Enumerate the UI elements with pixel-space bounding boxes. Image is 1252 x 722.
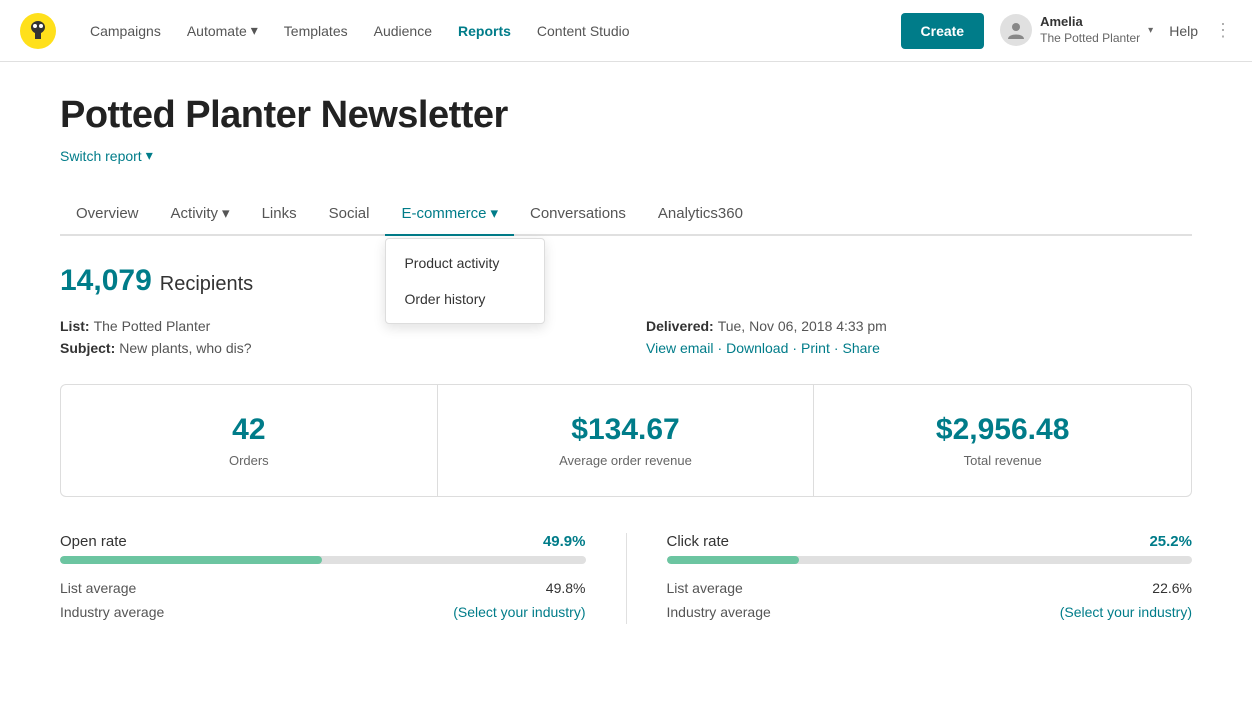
open-list-avg-value: 49.8% bbox=[546, 580, 586, 596]
nav-reports[interactable]: Reports bbox=[448, 15, 521, 47]
tab-analytics360[interactable]: Analytics360 bbox=[642, 193, 759, 236]
click-rate-section: Click rate 25.2% List average 22.6% Indu… bbox=[667, 533, 1193, 624]
page-title: Potted Planter Newsletter bbox=[60, 94, 1192, 137]
orders-value: 42 bbox=[85, 413, 413, 447]
orders-label: Orders bbox=[85, 453, 413, 468]
download-link[interactable]: Download bbox=[726, 340, 788, 356]
ecommerce-chevron-icon: ▾ bbox=[490, 204, 498, 222]
user-avatar-icon bbox=[1000, 14, 1032, 46]
sub-nav: Overview Activity ▾ Links Social E-comme… bbox=[60, 192, 1192, 236]
tab-ecommerce-container: E-commerce ▾ Product activity Order hist… bbox=[385, 192, 514, 234]
user-chevron-icon: ▾ bbox=[1148, 25, 1153, 36]
recipients-label: Recipients bbox=[160, 273, 253, 296]
open-rate-subrows: List average 49.8% Industry average (Sel… bbox=[60, 576, 586, 624]
click-list-avg-value: 22.6% bbox=[1152, 580, 1192, 596]
avg-revenue-label: Average order revenue bbox=[462, 453, 790, 468]
list-value: The Potted Planter bbox=[94, 318, 211, 334]
open-rate-bar-bg bbox=[60, 556, 586, 564]
click-rate-subrows: List average 22.6% Industry average (Sel… bbox=[667, 576, 1193, 624]
rates-section: Open rate 49.9% List average 49.8% Indus… bbox=[60, 533, 1192, 624]
rates-divider bbox=[626, 533, 627, 624]
click-list-average: List average 22.6% bbox=[667, 576, 1193, 600]
nav-campaigns[interactable]: Campaigns bbox=[80, 15, 171, 47]
ecommerce-dropdown: Product activity Order history bbox=[385, 238, 545, 324]
open-rate-name: Open rate bbox=[60, 533, 127, 550]
delivered-value: Tue, Nov 06, 2018 4:33 pm bbox=[718, 318, 887, 334]
user-org: The Potted Planter bbox=[1040, 31, 1140, 47]
open-rate-bar-fill bbox=[60, 556, 322, 564]
open-list-average: List average 49.8% bbox=[60, 576, 586, 600]
click-industry-avg-label: Industry average bbox=[667, 604, 771, 620]
recipients-count: 14,079 bbox=[60, 264, 152, 298]
logo[interactable] bbox=[20, 13, 56, 49]
open-rate-header: Open rate 49.9% bbox=[60, 533, 586, 550]
recipients-row: 14,079 Recipients bbox=[60, 264, 1192, 298]
delivered-label: Delivered: bbox=[646, 318, 714, 334]
click-industry-select-link[interactable]: (Select your industry) bbox=[1060, 604, 1192, 620]
nav-right: Create Amelia The Potted Planter ▾ Help … bbox=[901, 13, 1232, 49]
open-industry-average: Industry average (Select your industry) bbox=[60, 600, 586, 624]
help-link[interactable]: Help bbox=[1169, 23, 1198, 39]
list-label: List: bbox=[60, 318, 90, 334]
stat-total-revenue: $2,956.48 Total revenue bbox=[814, 385, 1191, 496]
avg-revenue-value: $134.67 bbox=[462, 413, 790, 447]
page-content: Potted Planter Newsletter Switch report … bbox=[0, 62, 1252, 664]
meta-actions: View email · Download · Print · Share bbox=[646, 340, 1192, 356]
view-email-link[interactable]: View email bbox=[646, 340, 713, 356]
print-link[interactable]: Print bbox=[801, 340, 830, 356]
click-rate-bar-bg bbox=[667, 556, 1193, 564]
tab-social[interactable]: Social bbox=[313, 193, 386, 236]
meta-subject: Subject: New plants, who dis? bbox=[60, 340, 606, 356]
user-area[interactable]: Amelia The Potted Planter ▾ bbox=[1000, 14, 1153, 46]
click-rate-value: 25.2% bbox=[1149, 533, 1192, 550]
nav-audience[interactable]: Audience bbox=[364, 15, 442, 47]
click-rate-header: Click rate 25.2% bbox=[667, 533, 1193, 550]
campaign-meta: List: The Potted Planter Delivered: Tue,… bbox=[60, 318, 1192, 356]
share-link[interactable]: Share bbox=[843, 340, 880, 356]
nav-templates[interactable]: Templates bbox=[274, 15, 358, 47]
create-button[interactable]: Create bbox=[901, 13, 985, 49]
open-rate-value: 49.9% bbox=[543, 533, 586, 550]
tab-conversations[interactable]: Conversations bbox=[514, 193, 642, 236]
click-list-avg-label: List average bbox=[667, 580, 743, 596]
open-list-avg-label: List average bbox=[60, 580, 136, 596]
top-nav: Campaigns Automate ▾ Templates Audience … bbox=[0, 0, 1252, 62]
dropdown-order-history[interactable]: Order history bbox=[386, 281, 544, 317]
chevron-down-icon: ▾ bbox=[251, 22, 258, 39]
stat-orders: 42 Orders bbox=[61, 385, 438, 496]
open-industry-avg-label: Industry average bbox=[60, 604, 164, 620]
switch-report-chevron-icon: ▾ bbox=[146, 147, 153, 164]
subject-value: New plants, who dis? bbox=[119, 340, 251, 356]
open-rate-section: Open rate 49.9% List average 49.8% Indus… bbox=[60, 533, 586, 624]
tab-overview[interactable]: Overview bbox=[60, 193, 155, 236]
switch-report-button[interactable]: Switch report ▾ bbox=[60, 147, 153, 164]
click-rate-name: Click rate bbox=[667, 533, 730, 550]
total-revenue-value: $2,956.48 bbox=[838, 413, 1167, 447]
total-revenue-label: Total revenue bbox=[838, 453, 1167, 468]
stat-avg-revenue: $134.67 Average order revenue bbox=[438, 385, 815, 496]
user-info: Amelia The Potted Planter bbox=[1040, 14, 1140, 46]
nav-links: Campaigns Automate ▾ Templates Audience … bbox=[80, 14, 901, 47]
click-rate-bar-fill bbox=[667, 556, 799, 564]
stats-cards: 42 Orders $134.67 Average order revenue … bbox=[60, 384, 1192, 497]
user-name: Amelia bbox=[1040, 14, 1140, 31]
nav-automate[interactable]: Automate ▾ bbox=[177, 14, 268, 47]
subject-label: Subject: bbox=[60, 340, 115, 356]
tab-ecommerce[interactable]: E-commerce ▾ bbox=[385, 192, 514, 236]
meta-delivered: Delivered: Tue, Nov 06, 2018 4:33 pm bbox=[646, 318, 1192, 334]
tab-activity[interactable]: Activity ▾ bbox=[155, 192, 246, 236]
click-industry-average: Industry average (Select your industry) bbox=[667, 600, 1193, 624]
dropdown-product-activity[interactable]: Product activity bbox=[386, 245, 544, 281]
nav-extra-icon: ⋮ bbox=[1214, 20, 1232, 41]
activity-chevron-icon: ▾ bbox=[222, 204, 230, 222]
tab-links[interactable]: Links bbox=[246, 193, 313, 236]
nav-content-studio[interactable]: Content Studio bbox=[527, 15, 640, 47]
open-industry-select-link[interactable]: (Select your industry) bbox=[453, 604, 585, 620]
